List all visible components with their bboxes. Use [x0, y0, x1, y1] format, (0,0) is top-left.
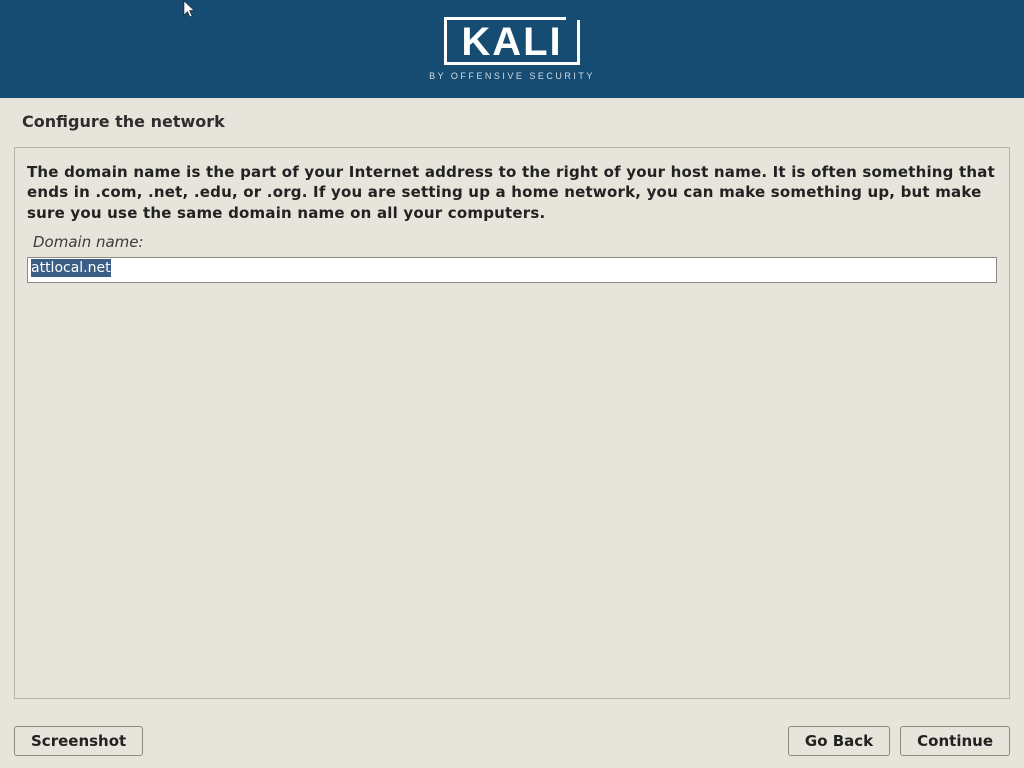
domain-name-value: attlocal.net	[31, 259, 111, 277]
button-bar: Screenshot Go Back Continue	[14, 726, 1010, 756]
domain-name-input[interactable]: attlocal.net	[27, 257, 997, 283]
kali-logo: KALI BY OFFENSIVE SECURITY	[429, 17, 595, 81]
page-title: Configure the network	[0, 98, 1024, 141]
form-panel: The domain name is the part of your Inte…	[14, 147, 1010, 699]
go-back-button[interactable]: Go Back	[788, 726, 890, 756]
continue-button[interactable]: Continue	[900, 726, 1010, 756]
logo-subtitle: BY OFFENSIVE SECURITY	[429, 71, 595, 81]
screenshot-button[interactable]: Screenshot	[14, 726, 143, 756]
domain-name-label: Domain name:	[33, 233, 997, 251]
cursor-icon	[183, 0, 199, 25]
logo-text: KALI	[461, 20, 562, 64]
description-text: The domain name is the part of your Inte…	[27, 162, 997, 223]
installer-header: KALI BY OFFENSIVE SECURITY	[0, 0, 1024, 98]
